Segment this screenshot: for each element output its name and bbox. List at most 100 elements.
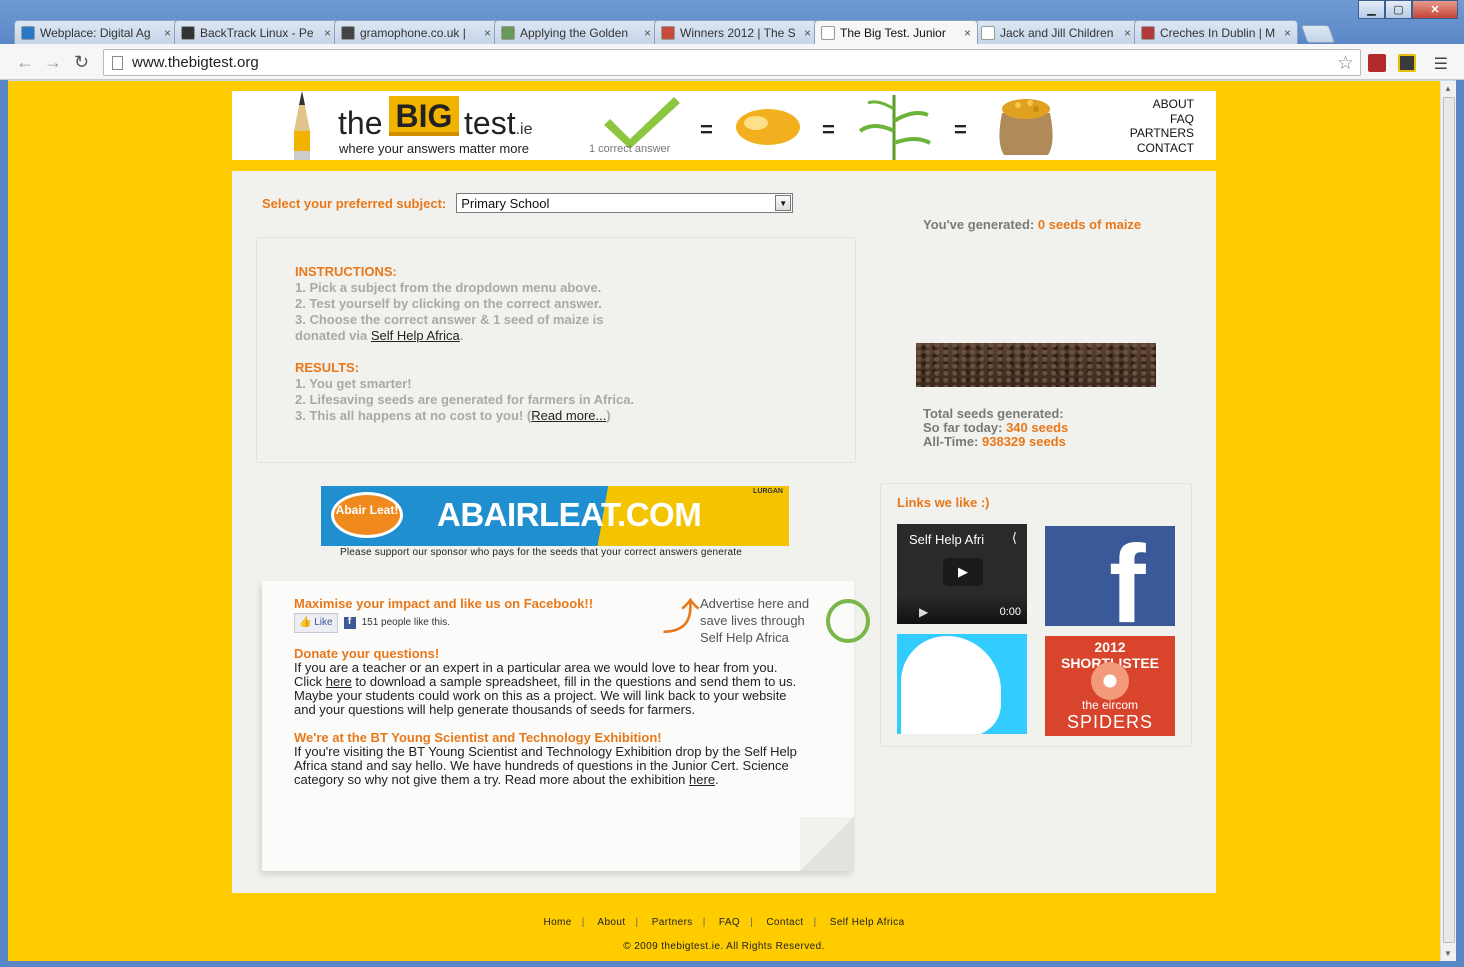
advertise-line: Advertise here and <box>700 596 810 611</box>
footer-home-link[interactable]: Home <box>543 917 571 928</box>
logo-the: the <box>338 105 383 141</box>
advertise-promo[interactable]: ⤴ Advertise here and save lives through … <box>662 595 870 651</box>
nav-about-link[interactable]: ABOUT <box>1130 97 1194 112</box>
browser-tab[interactable]: Webplace: Digital Ag × <box>14 20 178 44</box>
close-window-button[interactable]: ✕ <box>1412 0 1458 19</box>
footer-self-help-africa-link[interactable]: Self Help Africa <box>830 917 905 928</box>
back-icon[interactable]: ← <box>16 52 34 73</box>
tab-close-icon[interactable]: × <box>804 26 811 40</box>
vertical-scrollbar[interactable]: ▲ ▼ <box>1440 81 1456 961</box>
menu-icon[interactable]: ☰ <box>1434 54 1448 74</box>
download-spreadsheet-link[interactable]: here <box>326 674 352 689</box>
new-tab-button[interactable] <box>1300 25 1336 43</box>
curved-arrow-icon: ⤴ <box>662 597 701 639</box>
nav-contact-link[interactable]: CONTACT <box>1130 141 1194 156</box>
youtube-video-tile[interactable]: Self Help Afri ⟨ ▶ ▶ 0:00 <box>897 524 1027 624</box>
maize-seed-icon <box>736 109 800 145</box>
footer-faq-link[interactable]: FAQ <box>719 917 740 928</box>
facebook-f-icon: f <box>1109 526 1146 627</box>
self-help-africa-link[interactable]: Self Help Africa <box>371 328 460 343</box>
browser-tab[interactable]: gramophone.co.uk | × <box>334 20 498 44</box>
nav-faq-link[interactable]: FAQ <box>1130 112 1194 127</box>
instruction-line: 3. Choose the correct answer & 1 seed of… <box>295 312 604 327</box>
donate-text: Maybe your students could work on this a… <box>294 688 787 703</box>
browser-tab[interactable]: BackTrack Linux - Pe × <box>174 20 338 44</box>
spider-emblem-icon <box>1091 662 1129 700</box>
logo-big: BIG <box>389 96 459 136</box>
like-label: Like <box>314 617 333 628</box>
video-title: Self Help Afri <box>909 532 985 547</box>
tab-close-icon[interactable]: × <box>1124 26 1131 40</box>
equals-sign: = <box>954 117 967 142</box>
result-suffix: ) <box>606 408 611 423</box>
donate-text: If you are a teacher or an expert in a p… <box>294 660 778 675</box>
result-prefix: 3. This all happens at no cost to you! ( <box>295 408 532 423</box>
subject-select[interactable]: Primary School ▼ <box>456 193 794 213</box>
video-play-control-icon[interactable]: ▶ <box>919 605 928 619</box>
window-frame-left <box>0 44 8 967</box>
footer-contact-link[interactable]: Contact <box>766 917 803 928</box>
scroll-thumb[interactable] <box>1443 97 1455 943</box>
address-bar[interactable]: www.thebigtest.org ☆ <box>103 49 1361 76</box>
nav-partners-link[interactable]: PARTNERS <box>1130 126 1194 141</box>
alltime-value: 938329 seeds <box>982 434 1066 449</box>
sponsor-bubble-logo: Abair Leat! <box>331 492 403 538</box>
instruction-suffix: . <box>459 328 464 343</box>
tab-close-icon[interactable]: × <box>324 26 331 40</box>
extension-icon-red[interactable] <box>1368 54 1386 72</box>
donate-text: Click here to download a sample spreadsh… <box>294 675 850 689</box>
sponsor-banner[interactable]: Abair Leat! ABAIRLEAT.COM LURGAN <box>321 486 789 546</box>
browser-tab[interactable]: Creches In Dublin | M × <box>1134 20 1298 44</box>
tab-close-icon[interactable]: × <box>484 26 491 40</box>
share-icon[interactable]: ⟨ <box>1012 530 1017 546</box>
tab-title: Creches In Dublin | M <box>1160 25 1276 40</box>
browser-tab[interactable]: Jack and Jill Children × <box>974 20 1138 44</box>
equals-sign: = <box>822 117 835 142</box>
extension-icon-check[interactable] <box>1398 54 1416 72</box>
exhibition-suffix: . <box>715 772 719 787</box>
tab-close-icon[interactable]: × <box>964 26 971 40</box>
content-panel: Select your preferred subject: Primary S… <box>232 171 1216 893</box>
tab-close-icon[interactable]: × <box>644 26 651 40</box>
tab-favicon-icon <box>981 25 995 40</box>
bookmark-star-icon[interactable]: ☆ <box>1337 52 1354 75</box>
tab-favicon-icon <box>661 25 675 40</box>
play-icon[interactable]: ▶ <box>943 558 983 586</box>
page-icon <box>112 55 123 70</box>
eircom-spiders-tile[interactable]: 2012 SHORTLISTEE the eircom SPIDERS <box>1045 636 1175 736</box>
browser-tab[interactable]: Applying the Golden × <box>494 20 658 44</box>
minimize-button[interactable]: ▁ <box>1358 0 1385 19</box>
check-caption: 1 correct answer <box>589 143 671 155</box>
facebook-icon: f <box>343 616 356 629</box>
scroll-down-icon[interactable]: ▼ <box>1444 949 1452 958</box>
facebook-link-tile[interactable]: f <box>1045 526 1175 626</box>
footer-copyright: © 2009 thebigtest.ie. All Rights Reserve… <box>623 941 825 952</box>
header-nav: ABOUT FAQ PARTNERS CONTACT <box>1130 97 1194 155</box>
browser-tab[interactable]: Winners 2012 | The S × <box>654 20 818 44</box>
browser-tab[interactable]: The Big Test. Junior × <box>814 20 978 44</box>
footer-nav: Home | About | Partners | FAQ | Contact | Sel… <box>543 917 905 928</box>
facebook-like-button[interactable]: 👍 Like <box>294 613 338 633</box>
generated-value: 0 seeds of maize <box>1037 217 1142 232</box>
tab-close-icon[interactable]: × <box>1284 26 1291 40</box>
donate-suffix: to download a sample spreadsheet, fill i… <box>351 674 797 689</box>
reload-icon[interactable]: ↻ <box>74 52 89 73</box>
url-text[interactable]: www.thebigtest.org <box>132 54 259 71</box>
links-title: Links we like :) <box>897 495 990 510</box>
spiders-label: SPIDERS <box>1066 712 1154 732</box>
dropdown-arrow-icon[interactable]: ▼ <box>775 195 792 211</box>
instruction-line: 1. Pick a subject from the dropdown menu… <box>295 280 602 295</box>
footer-about-link[interactable]: About <box>597 917 625 928</box>
window-frame-bottom <box>0 961 1464 967</box>
donate-text: and your questions will help generate th… <box>294 702 696 717</box>
twitter-link-tile[interactable] <box>897 634 1027 734</box>
footer-partners-link[interactable]: Partners <box>652 917 693 928</box>
sponsor-tag: LURGAN <box>753 488 783 495</box>
maximize-button[interactable]: ▢ <box>1385 0 1412 19</box>
forward-icon[interactable]: → <box>44 52 62 73</box>
read-more-link[interactable]: Read more... <box>531 408 606 423</box>
result-line: 3. This all happens at no cost to you! (… <box>295 408 817 424</box>
scroll-up-icon[interactable]: ▲ <box>1444 84 1452 93</box>
exhibition-link[interactable]: here <box>689 772 715 787</box>
tab-close-icon[interactable]: × <box>164 26 171 40</box>
